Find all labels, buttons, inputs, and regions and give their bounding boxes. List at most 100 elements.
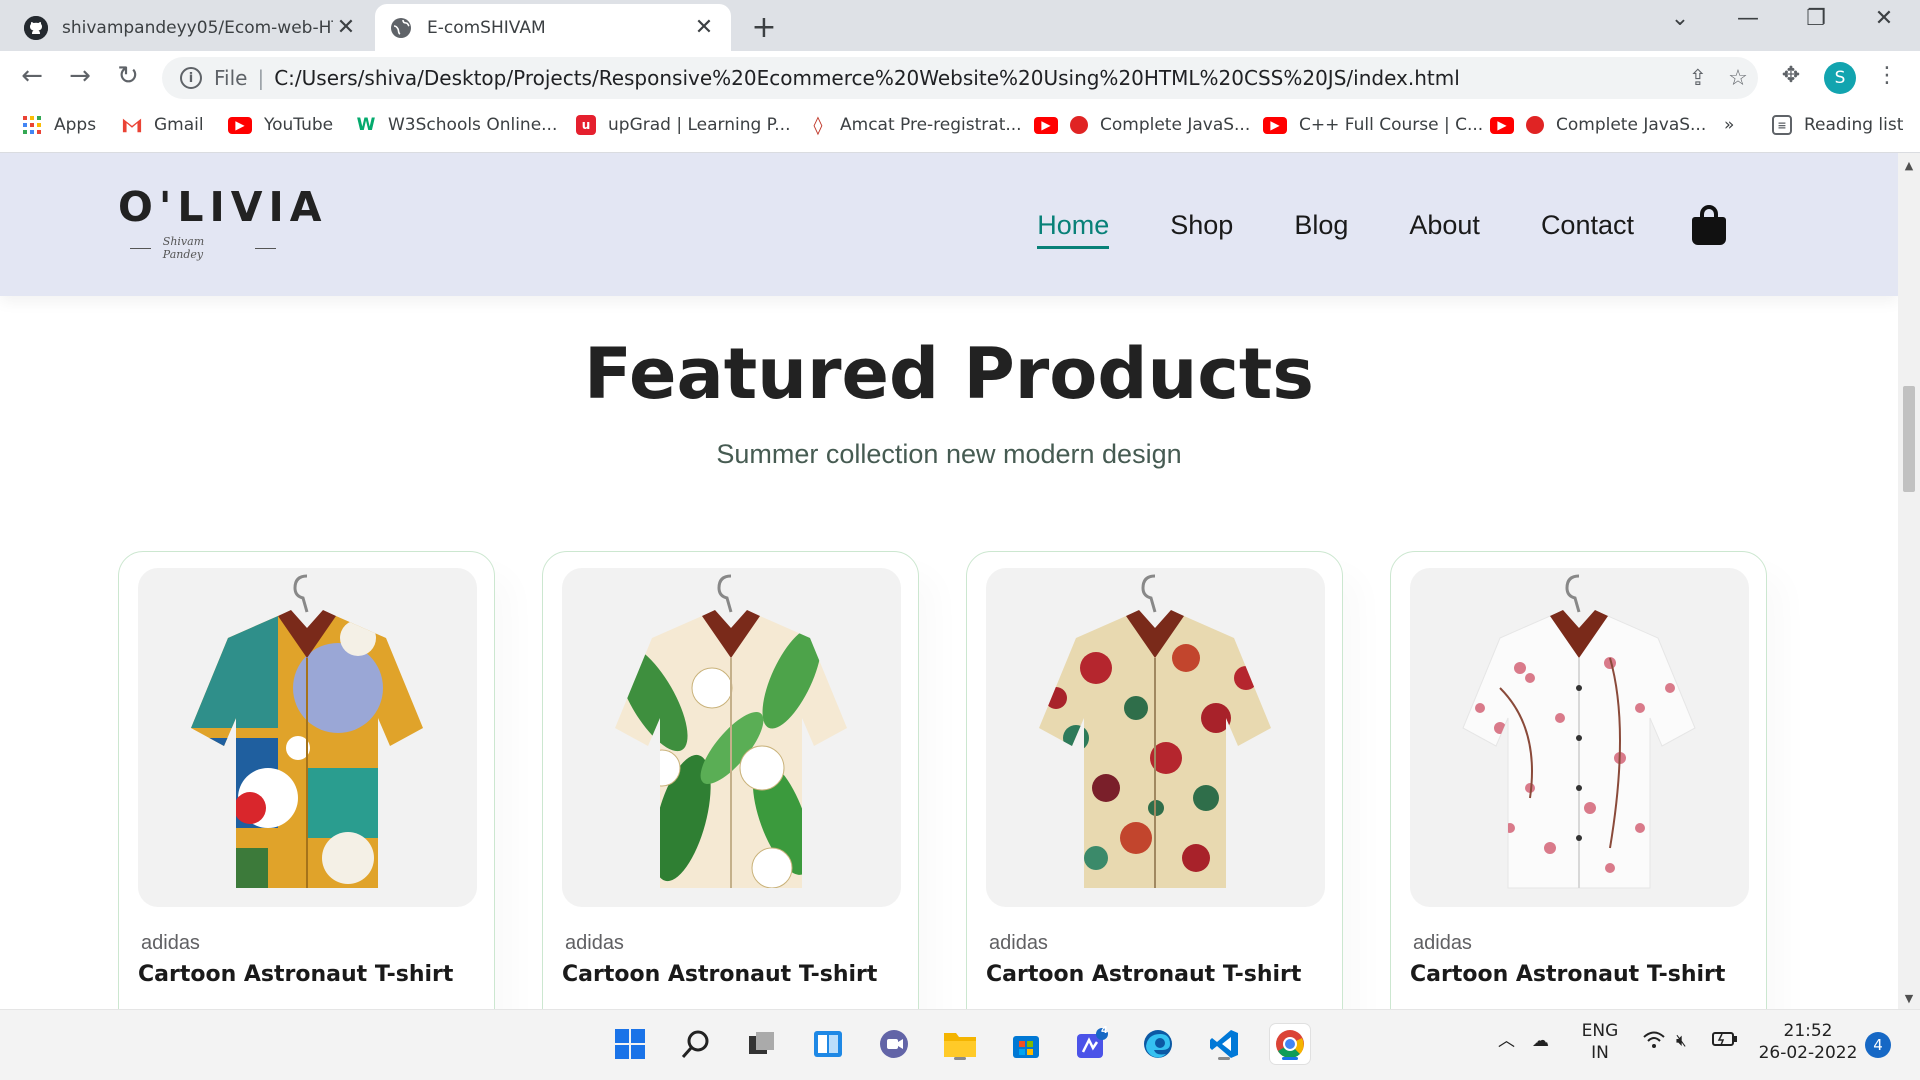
nav-shop[interactable]: Shop <box>1170 210 1233 241</box>
bookmark-upgrad[interactable]: u upGrad | Learning P... <box>576 115 791 135</box>
share-icon[interactable]: ⇪ <box>1678 66 1718 91</box>
close-tab-icon[interactable]: ✕ <box>333 15 359 40</box>
profile-avatar[interactable]: S <box>1824 62 1856 94</box>
product-image[interactable] <box>1410 568 1749 907</box>
product-name[interactable]: Cartoon Astronaut T-shirt <box>562 962 877 987</box>
globe-icon <box>389 16 413 40</box>
product-grid: adidas Cartoon Astronaut T-shirt adidas … <box>118 551 1778 1009</box>
windows-start-icon[interactable] <box>610 1024 650 1064</box>
logo-tagline: Shivam Pandey <box>118 235 288 261</box>
product-name[interactable]: Cartoon Astronaut T-shirt <box>986 962 1301 987</box>
product-image[interactable] <box>986 568 1325 907</box>
bookmark-cpp-course[interactable]: ▶ C++ Full Course | C... <box>1263 115 1483 135</box>
minimize-button[interactable]: — <box>1728 6 1768 31</box>
site-logo[interactable]: O'LIVIA Shivam Pandey <box>118 183 328 263</box>
info-icon[interactable]: i <box>180 67 202 89</box>
scroll-down-icon[interactable]: ▼ <box>1898 992 1920 1005</box>
back-arrow-icon[interactable]: ← <box>14 61 50 91</box>
new-tab-button[interactable]: + <box>748 10 780 45</box>
onedrive-cloud-icon[interactable]: ☁ <box>1532 1030 1549 1052</box>
tagline-rule <box>255 247 276 249</box>
product-brand: adidas <box>1413 932 1472 954</box>
reading-list-icon: ≡ <box>1772 115 1792 135</box>
product-name[interactable]: Cartoon Astronaut T-shirt <box>138 962 453 987</box>
w3schools-icon: W <box>356 115 376 135</box>
product-name[interactable]: Cartoon Astronaut T-shirt <box>1410 962 1725 987</box>
tab-title: shivampandeyy05/Ecom-web-HTML <box>62 17 333 38</box>
featured-section: Featured Products Summer collection new … <box>0 333 1898 470</box>
close-window-button[interactable]: ✕ <box>1864 6 1904 31</box>
url-text[interactable]: C:/Users/shiva/Desktop/Projects/Responsi… <box>274 66 1678 90</box>
volume-muted-icon[interactable]: 🔇︎ <box>1676 1030 1687 1052</box>
address-bar[interactable]: i File | C:/Users/shiva/Desktop/Projects… <box>162 57 1758 99</box>
task-view-icon[interactable] <box>742 1024 782 1064</box>
show-hidden-icons-chevron-icon[interactable]: ︿ <box>1498 1030 1515 1052</box>
bookmark-w3schools[interactable]: W W3Schools Online... <box>356 115 558 135</box>
page-scrollbar[interactable]: ▲ ▼ <box>1898 153 1920 1009</box>
bookmark-label: C++ Full Course | C... <box>1299 115 1484 135</box>
teams-chat-icon[interactable] <box>874 1024 914 1064</box>
bookmark-youtube[interactable]: ▶ YouTube <box>228 115 333 135</box>
bookmark-gmail[interactable]: Gmail <box>122 115 204 135</box>
product-card[interactable]: adidas Cartoon Astronaut T-shirt <box>118 551 495 1009</box>
scroll-up-icon[interactable]: ▲ <box>1898 159 1920 172</box>
tagline-signature: Shivam Pandey <box>162 235 205 261</box>
product-brand: adidas <box>565 932 624 954</box>
bookmark-label: Complete JavaS... <box>1100 115 1251 135</box>
youtube-icon: ▶ <box>1034 116 1058 134</box>
edge-browser-icon[interactable] <box>1138 1024 1178 1064</box>
nav-about[interactable]: About <box>1409 210 1480 241</box>
tab-github-repo[interactable]: shivampandeyy05/Ecom-web-HTML ✕ <box>10 4 373 51</box>
section-subtitle: Summer collection new modern design <box>716 439 1182 469</box>
notification-badge[interactable]: 4 <box>1865 1032 1891 1058</box>
nav-contact[interactable]: Contact <box>1541 210 1634 241</box>
menu-kebab-icon[interactable]: ⋮ <box>1870 63 1904 88</box>
tab-ecomshivam[interactable]: E-comSHIVAM ✕ <box>375 4 731 51</box>
nav-blog[interactable]: Blog <box>1294 210 1348 241</box>
search-icon[interactable] <box>676 1024 716 1064</box>
file-explorer-icon[interactable] <box>940 1024 980 1064</box>
forward-arrow-icon[interactable]: → <box>62 61 98 91</box>
battery-icon[interactable] <box>1712 1030 1738 1054</box>
wifi-icon[interactable] <box>1642 1030 1666 1056</box>
scrollbar-thumb[interactable] <box>1903 386 1915 492</box>
main-nav: Home Shop Blog About Contact <box>976 205 1726 249</box>
restore-button[interactable]: ❐ <box>1796 6 1836 31</box>
extensions-puzzle-icon[interactable]: ✥ <box>1774 63 1808 88</box>
clock[interactable]: 21:52 26-02-2022 <box>1758 1020 1858 1064</box>
chrome-icon[interactable] <box>1270 1024 1310 1064</box>
bookmarks-bar: Apps Gmail ▶ YouTube W W3Schools Online.… <box>0 105 1920 153</box>
page-viewport: O'LIVIA Shivam Pandey Home Shop Blog Abo… <box>0 153 1898 1009</box>
youtube-icon: ▶ <box>1263 116 1287 134</box>
microsoft-store-icon[interactable] <box>1006 1024 1046 1064</box>
bookmark-complete-javascript-1[interactable]: ▶ Complete JavaS... <box>1034 115 1250 135</box>
bookmarks-overflow-button[interactable]: » <box>1724 115 1734 135</box>
browser-tab-strip: shivampandeyy05/Ecom-web-HTML ✕ E-comSHI… <box>0 0 1920 51</box>
reload-icon[interactable]: ↻ <box>110 61 146 91</box>
vscode-icon[interactable] <box>1204 1024 1244 1064</box>
shopping-bag-icon[interactable] <box>1692 205 1726 245</box>
product-card[interactable]: adidas Cartoon Astronaut T-shirt <box>966 551 1343 1009</box>
code-editor-badge-icon[interactable]: 4 <box>1072 1024 1112 1064</box>
reading-list-label: Reading list <box>1804 115 1904 135</box>
reading-list-button[interactable]: ≡ Reading list <box>1772 115 1903 135</box>
language-indicator[interactable]: ENG IN <box>1578 1020 1622 1064</box>
nav-home[interactable]: Home <box>1037 210 1110 249</box>
bookmark-label: Amcat Pre-registrat... <box>840 115 1022 135</box>
running-indicator <box>1218 1057 1230 1060</box>
youtube-icon: ▶ <box>228 116 252 134</box>
product-card[interactable]: adidas Cartoon Astronaut T-shirt <box>542 551 919 1009</box>
bookmark-complete-javascript-2[interactable]: ▶ Complete JavaS... <box>1490 115 1706 135</box>
product-image[interactable] <box>138 568 477 907</box>
bookmark-label: Complete JavaS... <box>1556 115 1707 135</box>
section-title: Featured Products <box>584 333 1314 415</box>
os-taskbar: 4 ︿ ☁ ENG IN 🔇︎ 21:52 26-02-2022 4 <box>0 1009 1920 1080</box>
product-card[interactable]: adidas Cartoon Astronaut T-shirt <box>1390 551 1767 1009</box>
bookmark-apps[interactable]: Apps <box>22 115 96 135</box>
widgets-icon[interactable] <box>808 1024 848 1064</box>
bookmark-star-icon[interactable]: ☆ <box>1718 66 1758 91</box>
close-tab-icon[interactable]: ✕ <box>691 15 717 40</box>
product-image[interactable] <box>562 568 901 907</box>
bookmark-amcat[interactable]: ◊ Amcat Pre-registrat... <box>808 115 1022 136</box>
tab-search-chevron-icon[interactable]: ⌄ <box>1660 6 1700 31</box>
